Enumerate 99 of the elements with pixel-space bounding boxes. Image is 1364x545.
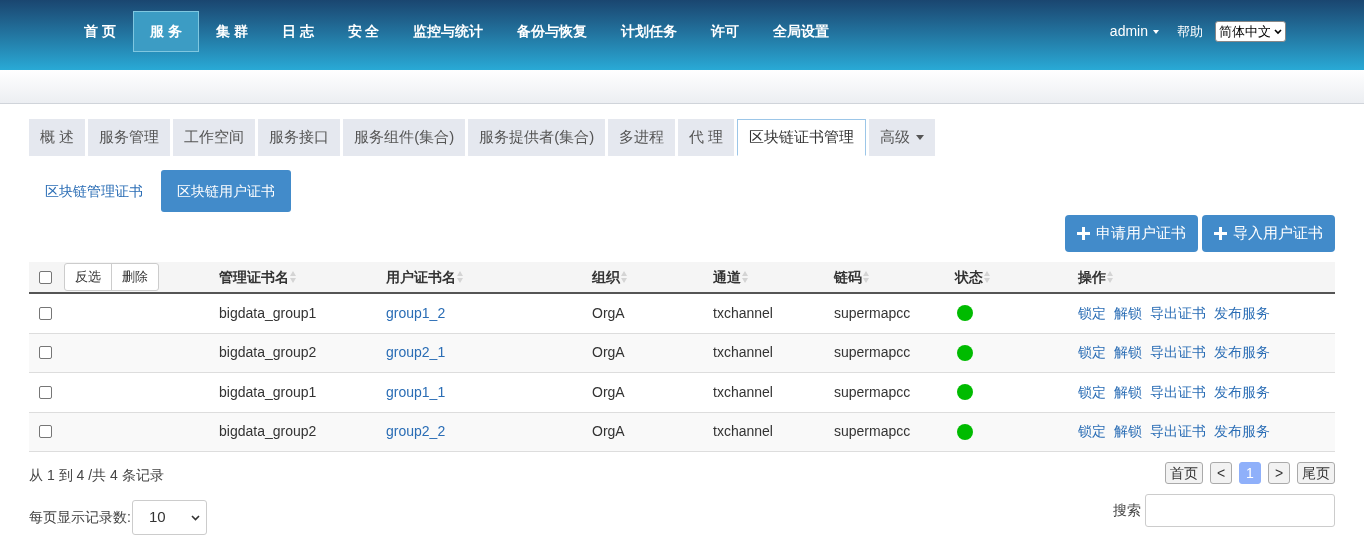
page-size-label: 每页显示记录数: bbox=[29, 508, 131, 527]
table-cell-text: txchannel bbox=[713, 422, 774, 442]
certificate-link[interactable]: group2_1 bbox=[386, 342, 446, 364]
sort-icon[interactable] bbox=[742, 270, 748, 284]
checkbox[interactable] bbox=[39, 425, 52, 439]
table-cell-text: supermapcc bbox=[834, 343, 912, 363]
add-button[interactable]: 导入用户证书 bbox=[1202, 215, 1335, 252]
nav-item[interactable]: 备份与恢复 bbox=[500, 11, 605, 52]
sort-icon[interactable] bbox=[984, 270, 990, 284]
table-cell-text: bigdata_group1 bbox=[219, 382, 318, 402]
tab[interactable]: 工作空间 bbox=[173, 119, 256, 156]
chevron-icon bbox=[1274, 28, 1282, 35]
tab[interactable]: 代 理 bbox=[678, 119, 735, 156]
column-header[interactable]: 通道 bbox=[713, 266, 741, 288]
column-header[interactable]: 用户证书名 bbox=[386, 266, 456, 288]
column-header[interactable]: 链码 bbox=[834, 266, 862, 288]
help-link[interactable]: 帮助 bbox=[1177, 21, 1203, 42]
operation-link[interactable]: 锁定 bbox=[1078, 342, 1106, 364]
operation-link[interactable]: 锁定 bbox=[1078, 302, 1106, 324]
table-cell-text: txchannel bbox=[713, 382, 774, 402]
plus-icon bbox=[1077, 227, 1090, 240]
nav-item[interactable]: 日 志 bbox=[264, 11, 331, 52]
operation-link[interactable]: 解锁 bbox=[1114, 302, 1142, 324]
operation-link[interactable]: 发布服务 bbox=[1214, 421, 1270, 443]
operation-link[interactable]: 导出证书 bbox=[1150, 302, 1206, 324]
subtab[interactable]: 区块链用户证书 bbox=[161, 170, 291, 212]
language-select[interactable]: 简体中文 bbox=[1215, 21, 1286, 42]
search-label: 搜索 bbox=[1113, 501, 1141, 520]
table-cell-text: OrgA bbox=[592, 343, 626, 363]
tab[interactable]: 服务接口 bbox=[258, 119, 341, 156]
nav-item[interactable]: 许可 bbox=[694, 11, 757, 52]
operation-link[interactable]: 导出证书 bbox=[1150, 381, 1206, 403]
certificate-link[interactable]: group2_2 bbox=[386, 421, 446, 443]
nav-item[interactable]: 计划任务 bbox=[604, 11, 695, 52]
table-cell-text: txchannel bbox=[713, 303, 774, 323]
tab[interactable]: 区块链证书管理 bbox=[737, 119, 867, 156]
sort-icon[interactable] bbox=[457, 270, 463, 284]
operation-link[interactable]: 发布服务 bbox=[1214, 302, 1270, 324]
table-cell-text: supermapcc bbox=[834, 382, 912, 402]
nav-item[interactable]: 服 务 bbox=[132, 11, 199, 52]
operation-link[interactable]: 发布服务 bbox=[1214, 342, 1270, 364]
checkbox[interactable] bbox=[39, 306, 52, 320]
sort-icon[interactable] bbox=[621, 270, 627, 284]
operation-link[interactable]: 解锁 bbox=[1114, 342, 1142, 364]
chevron-icon bbox=[190, 514, 200, 521]
table-cell-text: bigdata_group1 bbox=[219, 303, 318, 323]
add-button[interactable]: 申请用户证书 bbox=[1065, 215, 1198, 252]
table-cell-text: supermapcc bbox=[834, 303, 912, 323]
table-cell-text: supermapcc bbox=[834, 422, 912, 442]
record-summary: 从 1 到 4 /共 4 条记录 bbox=[29, 466, 165, 485]
tab[interactable]: 服务组件(集合) bbox=[343, 119, 466, 156]
column-header[interactable]: 状态 bbox=[955, 266, 983, 288]
checkbox[interactable] bbox=[39, 270, 52, 284]
checkbox[interactable] bbox=[39, 385, 52, 399]
sort-icon[interactable] bbox=[290, 270, 296, 284]
sort-icon[interactable] bbox=[863, 270, 869, 284]
page-button[interactable]: 首页 bbox=[1165, 462, 1203, 484]
caret-icon bbox=[1153, 29, 1159, 34]
certificate-link[interactable]: group1_2 bbox=[386, 302, 446, 324]
nav-item[interactable]: 监控与统计 bbox=[396, 11, 501, 52]
table-cell-text: bigdata_group2 bbox=[219, 422, 318, 442]
table-cell-text: bigdata_group2 bbox=[219, 343, 318, 363]
tab[interactable]: 服务提供者(集合) bbox=[468, 119, 606, 156]
nav-item[interactable]: 集 群 bbox=[198, 11, 265, 52]
page-button[interactable]: > bbox=[1268, 462, 1290, 484]
page-size-select[interactable]: 10 bbox=[131, 500, 207, 535]
operation-link[interactable]: 导出证书 bbox=[1150, 342, 1206, 364]
operation-link[interactable]: 锁定 bbox=[1078, 381, 1106, 403]
table-cell-text: OrgA bbox=[592, 382, 626, 402]
bulk-action-button[interactable]: 删除 bbox=[111, 264, 158, 290]
sort-icon[interactable] bbox=[1107, 270, 1113, 284]
certificate-link[interactable]: group1_1 bbox=[386, 381, 446, 403]
tab[interactable]: 多进程 bbox=[608, 119, 676, 156]
operation-link[interactable]: 锁定 bbox=[1078, 421, 1106, 443]
page-button[interactable]: 尾页 bbox=[1297, 462, 1335, 484]
operation-link[interactable]: 导出证书 bbox=[1150, 421, 1206, 443]
tab[interactable]: 服务管理 bbox=[88, 119, 171, 156]
user-menu[interactable]: admin bbox=[1109, 21, 1159, 42]
caret-icon bbox=[916, 135, 925, 140]
bulk-action-button[interactable]: 反选 bbox=[65, 264, 111, 290]
tab[interactable]: 概 述 bbox=[29, 119, 86, 156]
nav-item[interactable]: 安 全 bbox=[330, 11, 397, 52]
column-header[interactable]: 组织 bbox=[592, 266, 620, 288]
operation-link[interactable]: 发布服务 bbox=[1214, 381, 1270, 403]
column-header[interactable]: 管理证书名 bbox=[219, 266, 289, 288]
nav-item[interactable]: 首 页 bbox=[67, 11, 133, 52]
tab[interactable]: 高级 bbox=[869, 119, 936, 156]
subtab[interactable]: 区块链管理证书 bbox=[29, 170, 159, 212]
table-cell-text: txchannel bbox=[713, 343, 774, 363]
search-field[interactable] bbox=[1145, 494, 1335, 527]
page-button[interactable]: < bbox=[1210, 462, 1232, 484]
column-header[interactable]: 操作 bbox=[1078, 266, 1106, 288]
checkbox[interactable] bbox=[39, 346, 52, 360]
operation-link[interactable]: 解锁 bbox=[1114, 381, 1142, 403]
plus-icon bbox=[1214, 227, 1227, 240]
table-cell-text: OrgA bbox=[592, 303, 626, 323]
operation-link[interactable]: 解锁 bbox=[1114, 421, 1142, 443]
nav-item[interactable]: 全局设置 bbox=[756, 11, 847, 52]
table-cell-text: OrgA bbox=[592, 422, 626, 442]
